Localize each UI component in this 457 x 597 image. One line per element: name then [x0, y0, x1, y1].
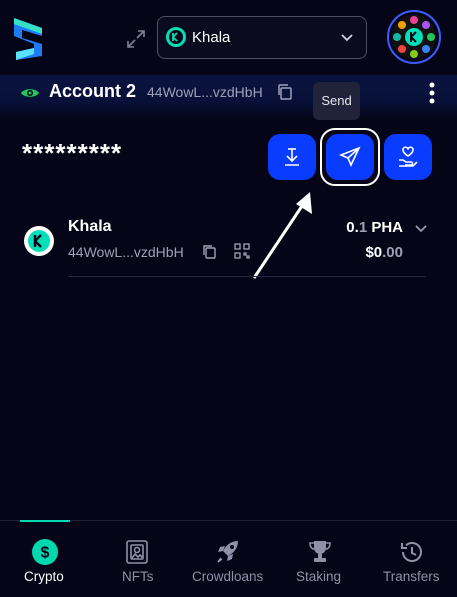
tab-label: Crypto: [24, 569, 64, 584]
trophy-icon: [305, 537, 335, 567]
send-tooltip: Send: [313, 82, 360, 120]
account-name[interactable]: Account 2: [49, 81, 136, 102]
receive-icon: [285, 148, 299, 166]
expand-icon[interactable]: [124, 27, 148, 51]
tab-crowdloans[interactable]: Crowdloans: [185, 521, 275, 597]
token-symbol: PHA: [371, 219, 403, 236]
bottom-nav: $ Crypto NFTs Crowdloans Staking Transfe…: [0, 520, 457, 597]
svg-text:$: $: [41, 545, 50, 562]
divider: [68, 276, 426, 277]
tab-label: Staking: [296, 569, 342, 584]
balance-masked: *********: [22, 138, 123, 168]
network-name: Khala: [192, 29, 231, 46]
copy-icon[interactable]: [276, 83, 294, 101]
account-avatar-icon: [391, 14, 437, 60]
token-address: 44WowL...vzdHbH: [68, 244, 184, 260]
clock-history-icon: [397, 537, 427, 567]
token-fiat-value: $0.00: [365, 244, 403, 261]
khala-network-icon: [166, 27, 186, 47]
account-avatar[interactable]: [387, 10, 441, 64]
rocket-icon: [213, 537, 243, 567]
receive-button[interactable]: [268, 134, 316, 180]
network-selector[interactable]: Khala: [157, 16, 367, 59]
eye-icon[interactable]: [20, 83, 40, 103]
token-value-int: $0: [365, 244, 383, 261]
account-address: 44WowL...vzdHbH: [147, 84, 263, 100]
tab-nfts[interactable]: NFTs: [100, 521, 175, 597]
token-amount-int: 0.: [346, 219, 359, 236]
tab-label: Crowdloans: [192, 569, 264, 584]
subwallet-logo-icon[interactable]: [12, 16, 44, 62]
nft-icon: [122, 537, 152, 567]
chevron-down-icon: [338, 28, 356, 46]
tab-label: Transfers: [383, 569, 440, 584]
tab-transfers[interactable]: Transfers: [375, 521, 455, 597]
more-options-icon[interactable]: [427, 80, 437, 106]
token-name[interactable]: Khala: [68, 218, 112, 236]
token-amount-dec: 1: [358, 219, 368, 236]
header: Khala: [0, 0, 457, 75]
tab-crypto[interactable]: $ Crypto: [0, 521, 90, 597]
annotation-arrow: [240, 186, 320, 286]
donate-icon: [399, 146, 418, 167]
chevron-down-icon[interactable]: [413, 220, 429, 236]
token-amount: 0.1 PHA: [346, 219, 403, 236]
send-icon: [338, 146, 361, 167]
qr-code-icon[interactable]: [234, 243, 250, 259]
copy-icon[interactable]: [202, 244, 218, 260]
dollar-coin-icon: $: [30, 537, 60, 567]
token-value-dec: .00: [382, 244, 403, 261]
tab-label: NFTs: [122, 569, 154, 584]
send-button[interactable]: [326, 134, 374, 180]
khala-token-icon: [24, 226, 54, 256]
tab-staking[interactable]: Staking: [285, 521, 360, 597]
donate-button[interactable]: [384, 134, 432, 180]
